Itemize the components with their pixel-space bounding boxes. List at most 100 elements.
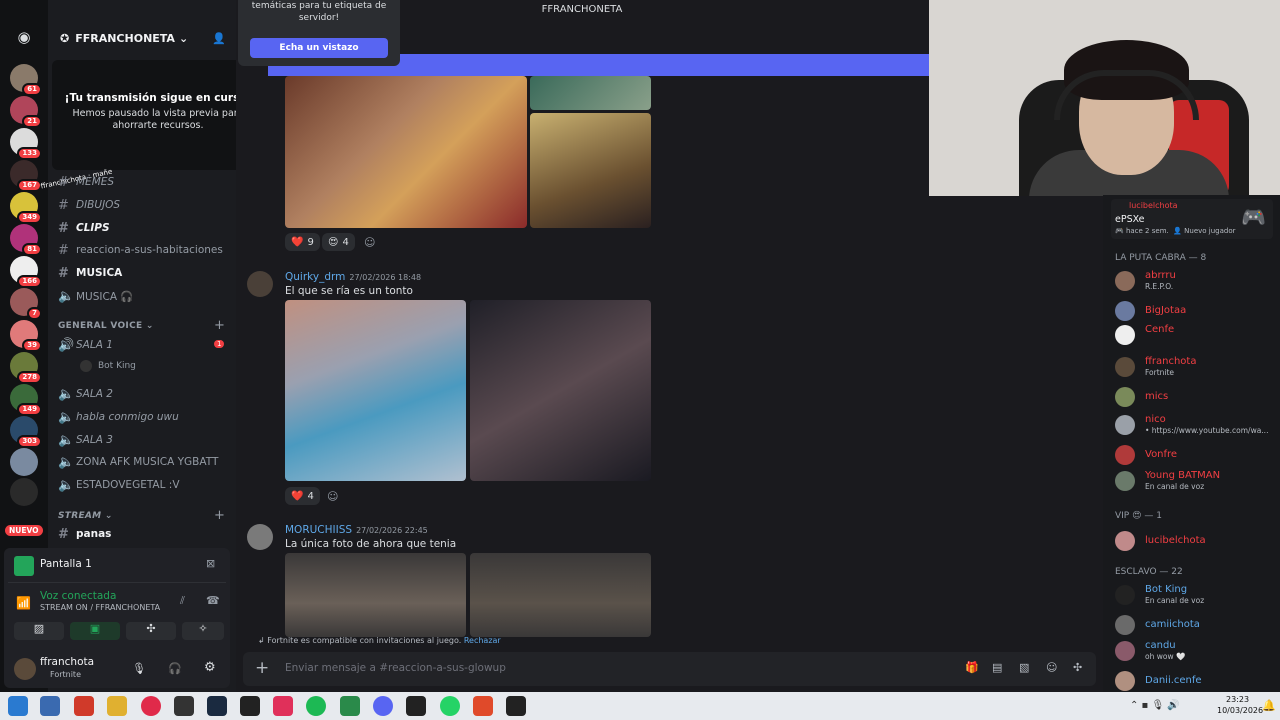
mic-icon[interactable]: 🎙	[132, 662, 146, 675]
server-icon[interactable]: 133	[10, 128, 42, 160]
channel-memes[interactable]: # MEMES	[58, 172, 114, 192]
member-item[interactable]: lucibelchota	[1115, 529, 1275, 551]
clock-time[interactable]: 23:23	[1226, 695, 1249, 704]
dismiss-link[interactable]: Rechazar	[464, 636, 501, 645]
member-item[interactable]: camiichota	[1115, 613, 1275, 635]
voice-channel-estadovegetal[interactable]: 🔈 ESTADOVEGETAL :V	[58, 475, 180, 495]
taskbar-app-icon[interactable]	[40, 696, 60, 716]
channel-clips[interactable]: # CLIPS	[58, 218, 110, 238]
server-icon[interactable]: 149	[10, 384, 42, 416]
headphones-icon[interactable]: 🎧	[168, 662, 182, 675]
server-icon[interactable]: 166	[10, 256, 42, 288]
apps-icon[interactable]: ✣	[1073, 661, 1082, 674]
sticker-icon[interactable]: ▧	[1019, 661, 1029, 674]
member-item[interactable]: nico • https://www.youtube.com/wa...	[1115, 413, 1275, 435]
server-icon[interactable]: 167	[10, 160, 42, 192]
current-user-name[interactable]: ffranchota	[40, 656, 94, 668]
voice-sub[interactable]: STREAM ON / FFRANCHONETA	[40, 603, 160, 612]
member-item[interactable]: ffranchota Fortnite	[1115, 355, 1275, 377]
member-item[interactable]: Vonfre	[1115, 443, 1275, 465]
attachment-image[interactable]	[530, 76, 651, 110]
notification-icon[interactable]: 🔔	[1262, 699, 1276, 712]
member-item[interactable]: Danii.cenfe	[1115, 669, 1275, 691]
gear-icon[interactable]: ⚙	[204, 660, 216, 675]
folder-icon[interactable]	[107, 696, 127, 716]
server-icon[interactable]: 21	[10, 96, 42, 128]
taskbar-app-icon[interactable]	[340, 696, 360, 716]
server-icon[interactable]: 61	[10, 64, 42, 96]
camera-off-button[interactable]: ▨	[14, 622, 64, 640]
server-icon[interactable]: 39	[10, 320, 42, 352]
attachment-image[interactable]	[285, 553, 466, 637]
taskbar-app-icon[interactable]	[74, 696, 94, 716]
server-icon[interactable]: 278	[10, 352, 42, 384]
member-item[interactable]: mics	[1115, 385, 1275, 407]
voice-channel-sala2[interactable]: 🔈 SALA 2	[58, 384, 113, 404]
add-member-icon[interactable]: 👤	[212, 32, 226, 45]
avatar[interactable]	[247, 524, 273, 550]
reaction-heart-eyes[interactable]: 😍 4	[322, 233, 355, 251]
taskbar-app-icon[interactable]	[406, 696, 426, 716]
server-icon[interactable]: 303	[10, 416, 42, 448]
avatar[interactable]	[14, 658, 36, 680]
gif-icon[interactable]: ▤	[992, 661, 1002, 674]
server-header[interactable]: ✪ FFRANCHONETA ⌄ 👤	[48, 20, 236, 56]
noise-suppression-icon[interactable]: ⫽	[180, 594, 185, 608]
attachment-image[interactable]	[530, 113, 651, 228]
server-icon[interactable]	[10, 448, 38, 476]
channel-dibujos[interactable]: # DIBUJOS	[58, 195, 120, 215]
member-top-card[interactable]: lucibelchota ePSXe 🎮 hace 2 sem. 👤 Nuevo…	[1111, 199, 1273, 239]
add-reaction-icon[interactable]: ☺	[364, 236, 375, 249]
server-icon[interactable]: 349	[10, 192, 42, 224]
category-stream[interactable]: STREAM ⌄	[58, 511, 113, 521]
tiktok-icon[interactable]	[273, 696, 293, 716]
server-icon[interactable]	[10, 478, 38, 506]
whatsapp-icon[interactable]	[440, 696, 460, 716]
tray-icons[interactable]: ⌃ ▪ 🎙 🔊	[1130, 700, 1180, 711]
voice-status[interactable]: Voz conectada	[40, 590, 116, 602]
check-it-out-button[interactable]: Echa un vistazo	[250, 38, 388, 58]
voice-channel-sala3[interactable]: 🔈 SALA 3	[58, 430, 113, 450]
soundboard-button[interactable]: ✧	[182, 622, 224, 640]
member-item[interactable]: BigJotaa	[1115, 299, 1275, 321]
channel-panas[interactable]: # panas	[58, 524, 111, 544]
attachment-image[interactable]	[470, 553, 651, 637]
attachment-image[interactable]	[470, 300, 651, 481]
message-author[interactable]: Quirky_drm 27/02/2026 18:48	[285, 271, 421, 283]
taskbar-app-icon[interactable]	[174, 696, 194, 716]
taskbar-app-icon[interactable]	[473, 696, 493, 716]
discord-icon[interactable]	[373, 696, 393, 716]
member-item[interactable]: Bot King En canal de voz	[1115, 583, 1275, 605]
opera-icon[interactable]	[141, 696, 161, 716]
message-author[interactable]: MORUCHIISS 27/02/2026 22:45	[285, 524, 428, 536]
close-screen-icon[interactable]: ⊠	[206, 557, 215, 570]
steam-icon[interactable]	[207, 696, 227, 716]
avatar[interactable]	[247, 271, 273, 297]
category-general-voice[interactable]: GENERAL VOICE ⌄	[58, 321, 154, 331]
message-input[interactable]: Enviar mensaje a #reaccion-a-sus-glowup	[285, 662, 506, 674]
windows-start-icon[interactable]	[8, 696, 28, 716]
voice-user-botking[interactable]: Bot King	[80, 360, 136, 372]
member-item[interactable]: Cenfe	[1115, 323, 1275, 345]
discord-home-icon[interactable]: ◉	[12, 28, 36, 46]
screen-share-button[interactable]: ▣	[70, 622, 120, 640]
taskbar-app-icon[interactable]	[506, 696, 526, 716]
channel-musica[interactable]: # MUSICA	[58, 263, 122, 283]
add-reaction-icon[interactable]: ☺	[327, 490, 338, 503]
server-icon[interactable]: 7	[10, 288, 42, 320]
emoji-icon[interactable]: ☺	[1046, 661, 1057, 674]
add-channel-icon[interactable]: +	[214, 318, 225, 333]
member-item[interactable]: candu oh wow 🤍	[1115, 639, 1275, 661]
clock-date[interactable]: 10/03/2026	[1217, 706, 1263, 715]
epic-icon[interactable]	[240, 696, 260, 716]
disconnect-icon[interactable]: ☎	[206, 594, 220, 607]
add-attachment-icon[interactable]: +	[255, 658, 269, 678]
member-item[interactable]: abrrru R.E.P.O.	[1115, 269, 1275, 291]
voice-channel-habla[interactable]: 🔈 habla conmigo uwu	[58, 407, 179, 427]
add-channel-icon[interactable]: +	[214, 508, 225, 523]
server-icon[interactable]: 81	[10, 224, 42, 256]
attachment-image[interactable]	[285, 76, 527, 228]
voice-channel-afk[interactable]: 🔈 ZONA AFK MUSICA YGBATT	[58, 452, 218, 472]
activities-button[interactable]: ✣	[126, 622, 176, 640]
reaction-heart[interactable]: ❤️ 9	[285, 233, 320, 251]
